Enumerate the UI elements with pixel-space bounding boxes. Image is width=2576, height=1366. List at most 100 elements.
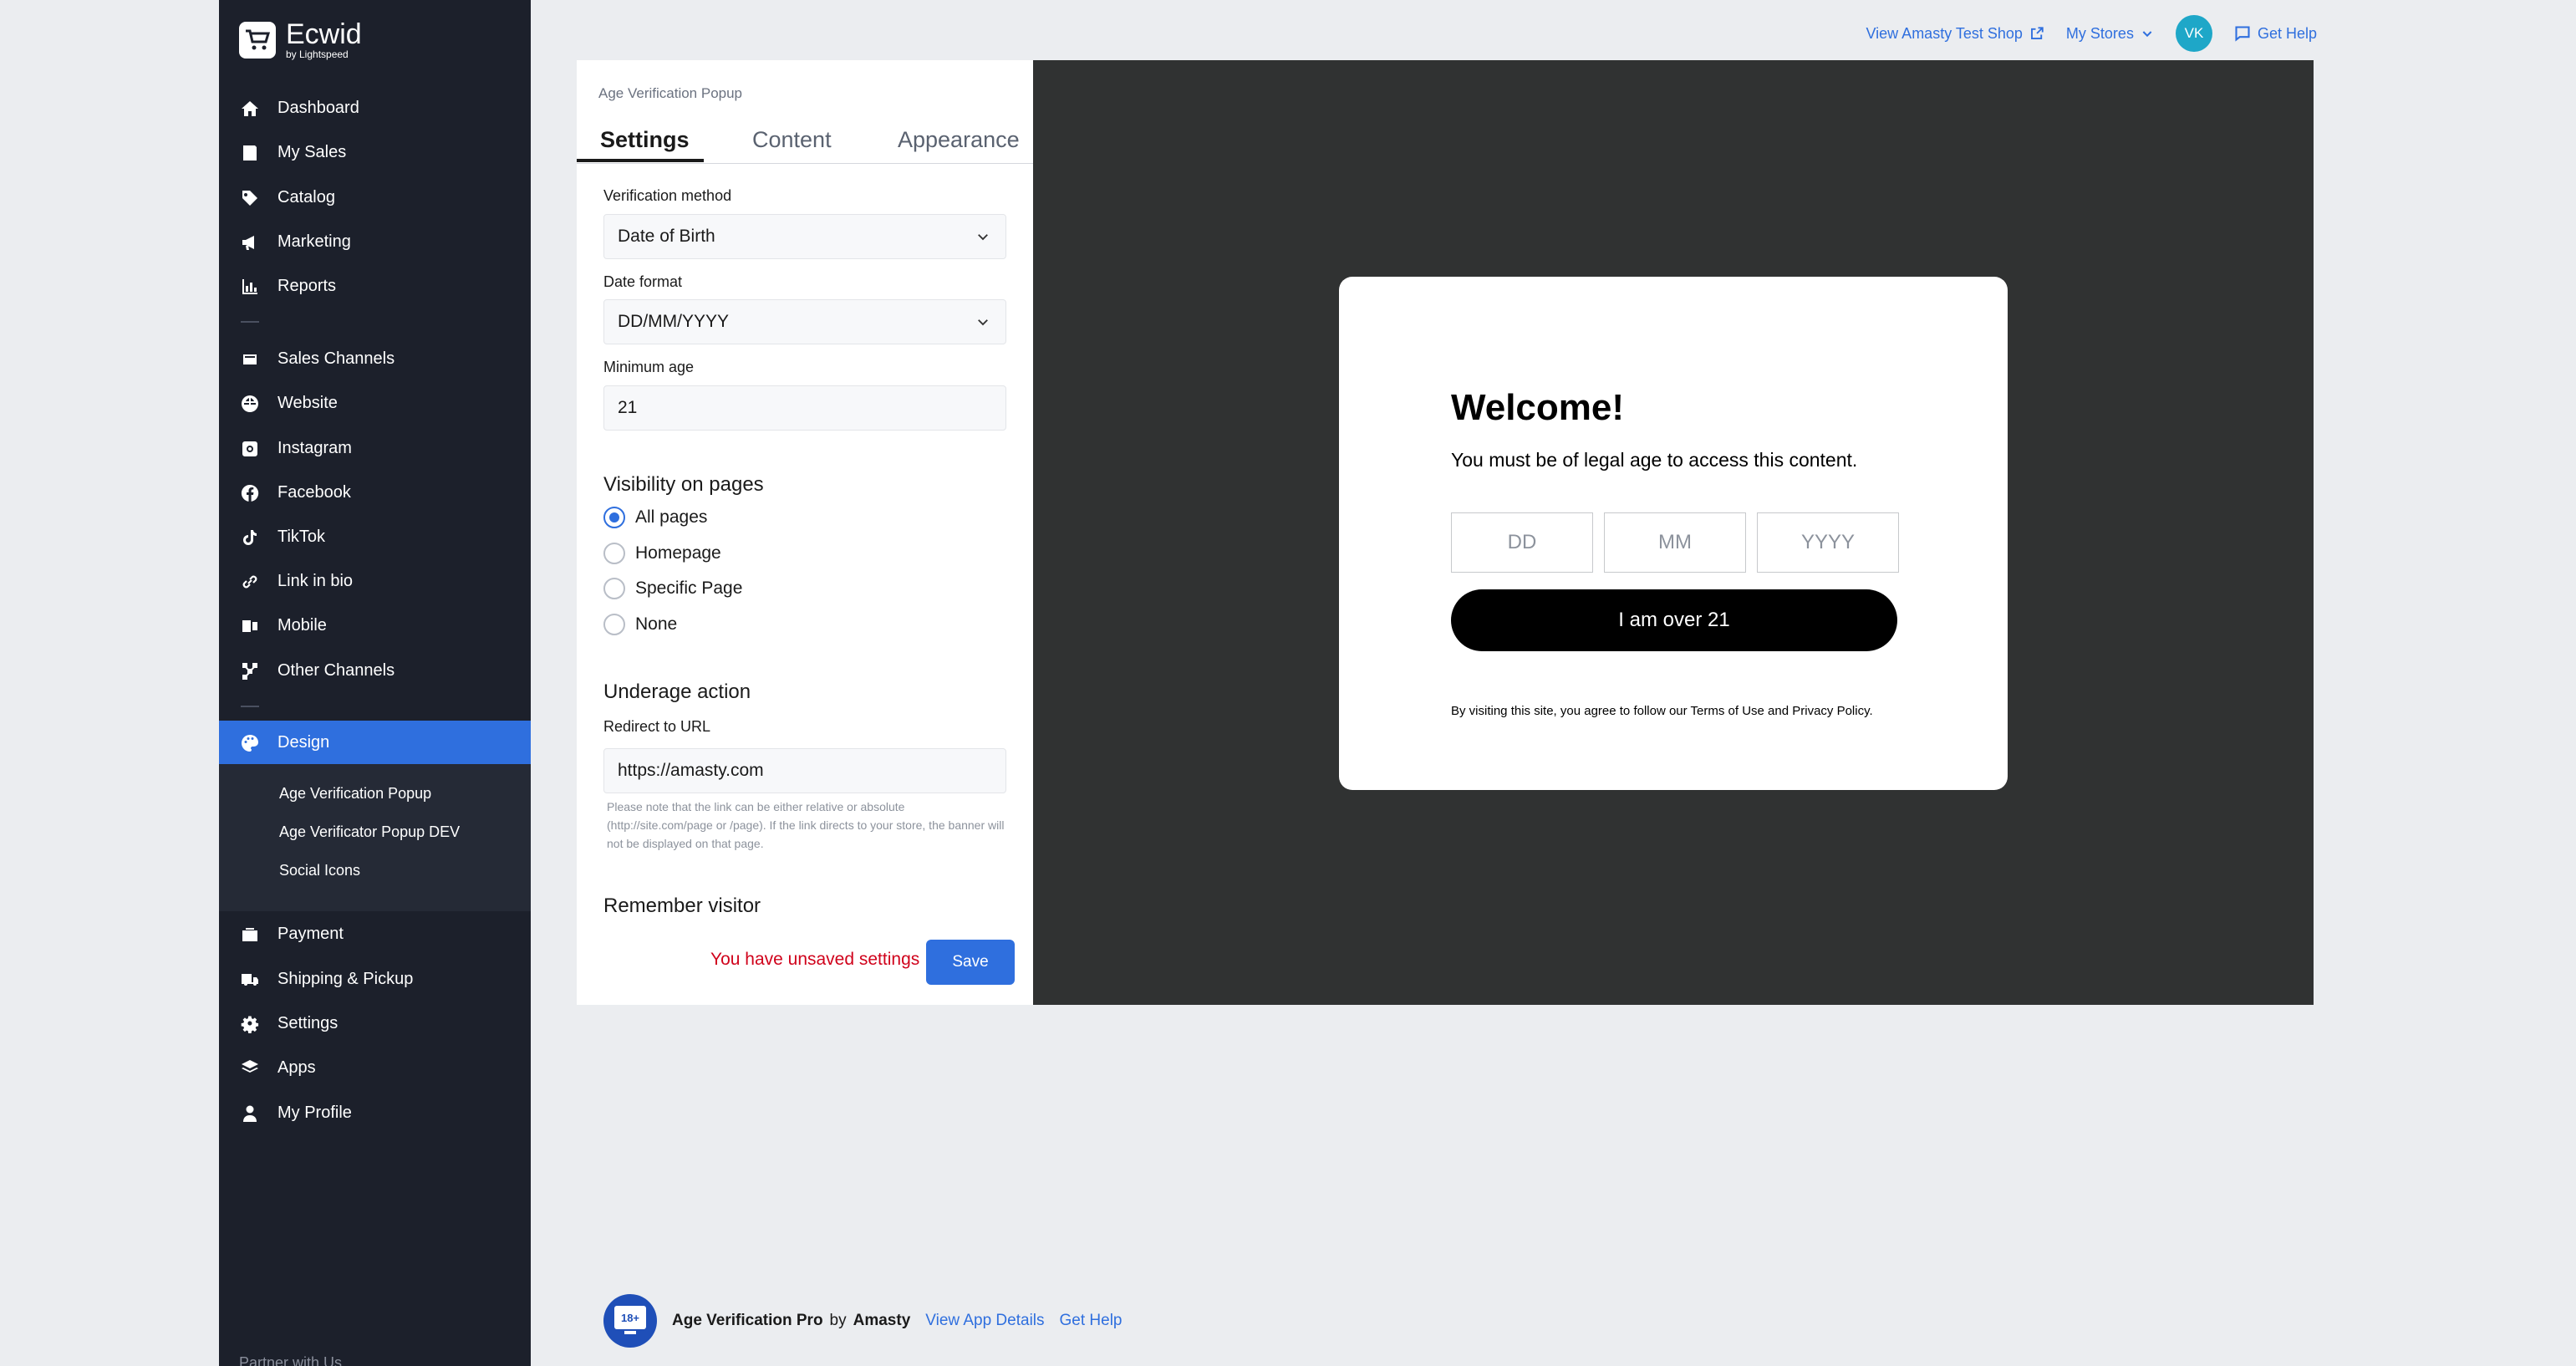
nav-my-sales[interactable]: My Sales xyxy=(219,130,531,175)
palette-icon xyxy=(239,732,261,754)
nav-dashboard[interactable]: Dashboard xyxy=(219,86,531,130)
badge-text: 18+ xyxy=(621,1312,639,1324)
nav-sales-channels[interactable]: Sales Channels xyxy=(219,337,531,381)
age-badge-icon: 18+ xyxy=(603,1294,657,1348)
radio-none[interactable]: None xyxy=(603,614,677,635)
cart-logo-icon xyxy=(239,22,276,59)
nav-label: Other Channels xyxy=(277,661,395,680)
nav-label: Marketing xyxy=(277,232,351,251)
minimum-age-input[interactable]: 21 xyxy=(603,385,1006,431)
my-stores-label: My Stores xyxy=(2065,24,2134,42)
nav-shipping[interactable]: Shipping & Pickup xyxy=(219,957,531,1002)
submenu-age-verificator-popup-dev[interactable]: Age Verificator Popup DEV xyxy=(279,823,460,841)
nav-link-in-bio[interactable]: Link in bio xyxy=(219,559,531,604)
topbar: View Amasty Test Shop My Stores VK Get H… xyxy=(1866,15,2317,52)
footer-get-help-link[interactable]: Get Help xyxy=(1060,1312,1123,1330)
active-tab-indicator xyxy=(577,159,704,162)
gear-icon xyxy=(239,1013,261,1035)
globe-icon xyxy=(239,393,261,415)
minimum-age-value: 21 xyxy=(618,398,638,417)
radio-all-pages[interactable]: All pages xyxy=(603,507,707,528)
nav-reports[interactable]: Reports xyxy=(219,264,531,308)
nav-catalog[interactable]: Catalog xyxy=(219,176,531,220)
view-app-details-link[interactable]: View App Details xyxy=(925,1312,1044,1330)
avatar[interactable]: VK xyxy=(2175,15,2212,52)
nav-label: Reports xyxy=(277,277,337,295)
design-submenu: Age Verification Popup Age Verificator P… xyxy=(219,764,531,911)
footer-app-name: Age Verification Pro xyxy=(672,1312,823,1329)
nav-mobile[interactable]: Mobile xyxy=(219,604,531,648)
submenu-social-icons[interactable]: Social Icons xyxy=(279,862,360,879)
radio-label: Specific Page xyxy=(635,579,743,598)
tag-icon xyxy=(239,187,261,209)
tab-bar: Settings Content Appearance xyxy=(577,115,1033,164)
radio-unchecked xyxy=(603,614,625,635)
nav-apps[interactable]: Apps xyxy=(219,1046,531,1090)
view-shop-label: View Amasty Test Shop xyxy=(1866,24,2023,42)
remember-visitor-title: Remember visitor xyxy=(603,895,761,917)
redirect-url-label: Redirect to URL xyxy=(603,718,711,735)
verification-method-select[interactable]: Date of Birth xyxy=(603,214,1006,259)
link-icon xyxy=(239,571,261,593)
date-format-value: DD/MM/YYYY xyxy=(618,312,730,331)
visibility-title: Visibility on pages xyxy=(603,473,764,496)
nav-label: Settings xyxy=(277,1014,339,1032)
ecwid-logo[interactable]: Ecwid by Lightspeed xyxy=(239,20,362,60)
nav-settings[interactable]: Settings xyxy=(219,1002,531,1046)
nav-facebook[interactable]: Facebook xyxy=(219,471,531,515)
nav-label: Mobile xyxy=(277,616,327,635)
redirect-hint: Please note that the link can be either … xyxy=(607,800,1005,850)
get-help-label: Get Help xyxy=(2257,24,2317,42)
nav-marketing[interactable]: Marketing xyxy=(219,220,531,264)
instagram-icon xyxy=(239,438,261,460)
radio-label: Homepage xyxy=(635,543,721,563)
chat-icon xyxy=(2235,26,2250,42)
date-format-select[interactable]: DD/MM/YYYY xyxy=(603,299,1006,344)
megaphone-icon xyxy=(239,232,261,253)
nav-other-channels[interactable]: Other Channels xyxy=(219,649,531,693)
popup-subtitle: You must be of legal age to access this … xyxy=(1451,449,1858,471)
tab-appearance[interactable]: Appearance xyxy=(898,115,1020,164)
confirm-age-button[interactable]: I am over 21 xyxy=(1451,589,1897,651)
radio-unchecked xyxy=(603,543,625,564)
dob-year-input[interactable]: YYYY xyxy=(1757,512,1899,573)
popup-title: Welcome! xyxy=(1451,387,1625,428)
panel-title: Age Verification Popup xyxy=(598,85,743,101)
view-shop-link[interactable]: View Amasty Test Shop xyxy=(1866,25,2044,43)
nav-my-profile[interactable]: My Profile xyxy=(219,1091,531,1135)
nav-payment[interactable]: Payment xyxy=(219,912,531,956)
dob-day-input[interactable]: DD xyxy=(1451,512,1593,573)
date-format-label: Date format xyxy=(603,273,683,290)
home-icon xyxy=(239,98,261,120)
nav-website[interactable]: Website xyxy=(219,381,531,426)
minimum-age-label: Minimum age xyxy=(603,359,695,375)
nav-label: Payment xyxy=(277,925,344,943)
nav-design[interactable]: Design xyxy=(219,721,531,765)
radio-checked xyxy=(603,507,625,528)
bar-chart-icon xyxy=(239,276,261,298)
nav-label: My Profile xyxy=(277,1104,352,1122)
my-stores-dropdown[interactable]: My Stores xyxy=(2066,25,2154,43)
legal-notice: By visiting this site, you agree to foll… xyxy=(1451,704,1873,718)
get-help-link[interactable]: Get Help xyxy=(2234,25,2317,43)
nav-label: My Sales xyxy=(277,143,347,161)
tab-settings[interactable]: Settings xyxy=(600,115,690,164)
radio-unchecked xyxy=(603,578,625,599)
redirect-url-value: https://amasty.com xyxy=(618,761,764,780)
tab-content[interactable]: Content xyxy=(752,115,832,164)
submenu-age-verification-popup[interactable]: Age Verification Popup xyxy=(279,785,431,803)
channels-icon xyxy=(239,349,261,370)
radio-homepage[interactable]: Homepage xyxy=(603,543,721,564)
nav-label: Dashboard xyxy=(277,99,359,117)
nav-tiktok[interactable]: TikTok xyxy=(219,515,531,559)
nav-label: Shipping & Pickup xyxy=(277,970,414,988)
save-button[interactable]: Save xyxy=(926,940,1015,985)
dob-month-input[interactable]: MM xyxy=(1604,512,1746,573)
redirect-url-input[interactable]: https://amasty.com xyxy=(603,748,1006,793)
nav-label: Facebook xyxy=(277,483,351,502)
nav-label: Instagram xyxy=(277,439,352,457)
nav-instagram[interactable]: Instagram xyxy=(219,426,531,471)
footer-vendor: Amasty xyxy=(853,1312,911,1329)
radio-specific-page[interactable]: Specific Page xyxy=(603,578,742,599)
nav-partner[interactable]: Partner with Us xyxy=(239,1354,342,1366)
